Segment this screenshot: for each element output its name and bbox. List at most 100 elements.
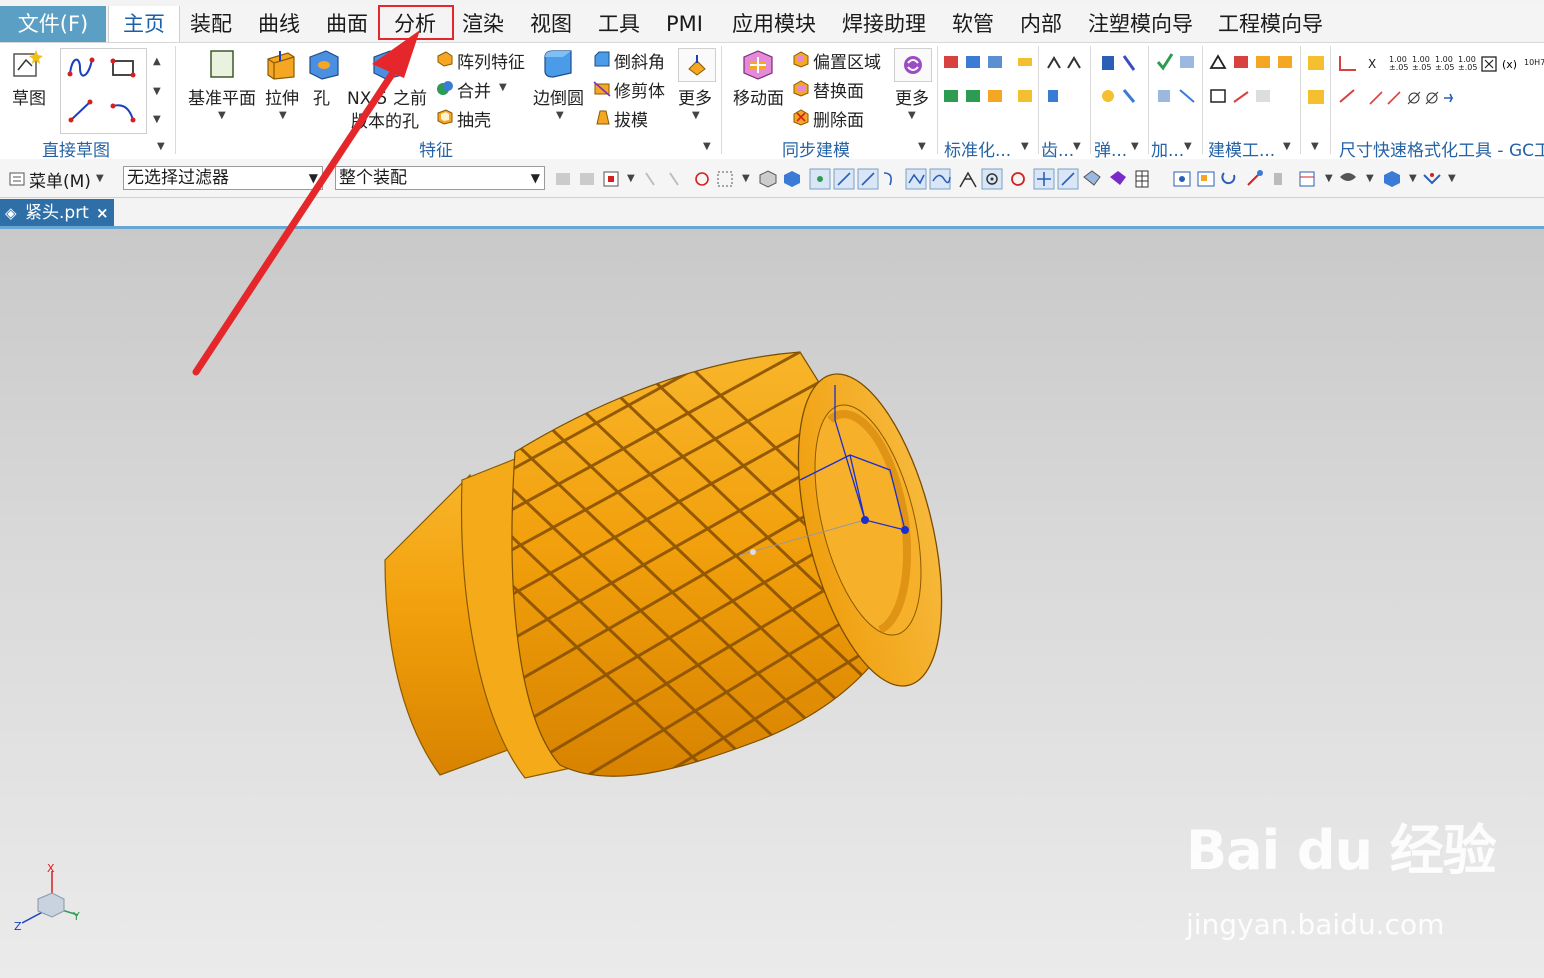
trim-body-label[interactable]: 修剪体 [614, 77, 665, 102]
nx5-hole-icon[interactable] [370, 47, 404, 81]
graphics-viewport[interactable]: X Y Z Bai du 经验 jingyan.baidu.com [0, 229, 1544, 978]
extrude-dropdown-icon[interactable]: ▼ [279, 110, 287, 121]
draft-label[interactable]: 拔模 [614, 106, 648, 131]
group-direct-sketch-dropdown-icon[interactable]: ▼ [157, 141, 165, 152]
tab-assembly[interactable]: 装配 [190, 6, 232, 42]
rectangle-icon[interactable] [108, 54, 138, 80]
layer-dropdown-icon[interactable]: ▼ [1409, 173, 1417, 184]
tab-pmi[interactable]: PMI [666, 6, 703, 42]
show-hide-dropdown-icon[interactable]: ▼ [1448, 173, 1456, 184]
pattern-feature-label[interactable]: 阵列特征 [457, 48, 525, 73]
tab-routing[interactable]: 软管 [952, 6, 994, 42]
snap-dropdown-icon[interactable]: ▼ [627, 173, 635, 184]
replace-face-icon[interactable] [792, 79, 810, 97]
trim-body-icon[interactable] [593, 79, 611, 97]
edge-blend-dropdown-icon[interactable]: ▼ [556, 110, 564, 121]
gc-tool-row2-icons[interactable] [1366, 88, 1456, 108]
gc-tool-tolerance-4[interactable]: 1.00 ±.05 [1458, 56, 1477, 72]
shell-label[interactable]: 抽壳 [457, 106, 491, 131]
selection-filter-select[interactable]: 无选择过滤器 ▼ [123, 166, 323, 190]
hole-label[interactable]: 孔 [313, 84, 330, 109]
dimension-tool-icons[interactable] [1336, 50, 1360, 110]
chamfer-icon[interactable] [593, 50, 611, 68]
datum-plane-dropdown-icon[interactable]: ▼ [218, 110, 226, 121]
menu-button[interactable]: 菜单(M) [29, 167, 91, 192]
group-feature-dropdown-icon[interactable]: ▼ [703, 141, 711, 152]
menu-icon[interactable] [8, 170, 28, 188]
sketch-button-label[interactable]: 草图 [12, 84, 46, 109]
tab-mold-wizard[interactable]: 注塑模向导 [1088, 6, 1193, 42]
group-misc-dropdown-icon[interactable]: ▼ [1311, 141, 1319, 152]
replace-face-label[interactable]: 替换面 [813, 77, 864, 102]
draft-icon[interactable] [593, 108, 611, 126]
datum-plane-label[interactable]: 基准平面 [188, 84, 256, 109]
gc-tool-tolerance-3[interactable]: 1.00 ±.05 [1435, 56, 1454, 72]
gc-tool-tolerance-1[interactable]: 1.00 ±.05 [1389, 56, 1408, 72]
gc-tool-box-icons[interactable]: (x) [1480, 55, 1520, 73]
feature-more-label[interactable]: 更多 [678, 84, 712, 109]
pattern-feature-icon[interactable] [436, 50, 454, 68]
gc-tool-fit[interactable]: 10H7 [1524, 58, 1544, 67]
tab-engineering-wizard[interactable]: 工程模向导 [1218, 6, 1323, 42]
sync-more-button[interactable] [894, 48, 932, 82]
arc-icon[interactable] [108, 96, 138, 126]
unite-dropdown-icon[interactable]: ▼ [499, 82, 507, 93]
select-mode-dropdown-icon[interactable]: ▼ [742, 173, 750, 184]
delete-face-icon[interactable] [792, 108, 810, 126]
group-spring-dropdown-icon[interactable]: ▼ [1131, 141, 1139, 152]
snap-and-selection-icons[interactable] [554, 167, 1454, 191]
edge-blend-icon[interactable] [541, 47, 577, 81]
menu-dropdown-icon[interactable]: ▼ [96, 173, 104, 184]
move-face-icon[interactable] [740, 47, 776, 81]
tab-internal[interactable]: 内部 [1020, 6, 1062, 42]
gallery-expand-icon[interactable]: ▼ [153, 114, 161, 125]
gallery-scroll-up-icon[interactable]: ▲ [153, 56, 161, 67]
group-sync-dropdown-icon[interactable]: ▼ [918, 141, 926, 152]
tab-curve[interactable]: 曲线 [258, 6, 300, 42]
unite-label[interactable]: 合并 [457, 77, 491, 102]
gallery-scroll-down-icon[interactable]: ▼ [153, 86, 161, 97]
extrude-label[interactable]: 拉伸 [265, 84, 299, 109]
group-machining-dropdown-icon[interactable]: ▼ [1184, 141, 1192, 152]
close-icon[interactable]: × [96, 199, 109, 227]
tab-home[interactable]: 主页 [108, 6, 180, 42]
document-tab[interactable]: ◈ 紧头.prt × [0, 199, 114, 227]
feature-more-button[interactable] [678, 48, 716, 82]
tab-welding-assistant[interactable]: 焊接助理 [842, 6, 926, 42]
chamfer-label[interactable]: 倒斜角 [614, 48, 665, 73]
datum-plane-icon[interactable] [207, 47, 239, 81]
file-menu-tab[interactable]: 文件(F) [0, 6, 106, 42]
delete-face-label[interactable]: 删除面 [813, 106, 864, 131]
line-icon[interactable] [66, 96, 96, 126]
selection-scope-select[interactable]: 整个装配 ▼ [335, 166, 545, 190]
offset-region-icon[interactable] [792, 50, 810, 68]
group-gear-dropdown-icon[interactable]: ▼ [1073, 141, 1081, 152]
tab-tools[interactable]: 工具 [598, 6, 640, 42]
spring-tools-icons[interactable] [1098, 50, 1144, 110]
shell-icon[interactable] [436, 108, 454, 126]
move-face-label[interactable]: 移动面 [733, 84, 784, 109]
tab-surface[interactable]: 曲面 [326, 6, 368, 42]
tab-application[interactable]: 应用模块 [732, 6, 816, 42]
render-style-dropdown-icon[interactable]: ▼ [1325, 173, 1333, 184]
group-standardize-dropdown-icon[interactable]: ▼ [1021, 141, 1029, 152]
sketch-icon[interactable] [12, 48, 46, 80]
gear-tools-icons[interactable] [1044, 50, 1090, 110]
misc-tool-icons[interactable] [1306, 50, 1330, 110]
hole-icon[interactable] [306, 47, 340, 81]
extrude-icon[interactable] [264, 47, 298, 81]
standard-parts-icons[interactable] [942, 50, 1042, 110]
offset-region-label[interactable]: 偏置区域 [813, 48, 881, 73]
machining-tools-icons[interactable] [1154, 50, 1200, 110]
feature-more-dropdown-icon[interactable]: ▼ [692, 110, 700, 121]
profile-curve-icon[interactable] [66, 52, 96, 80]
sync-more-dropdown-icon[interactable]: ▼ [908, 110, 916, 121]
tab-view[interactable]: 视图 [530, 6, 572, 42]
edge-blend-label[interactable]: 边倒圆 [533, 84, 584, 109]
nx5-hole-label-line1[interactable]: NX 5 之前 [347, 84, 427, 109]
tab-render[interactable]: 渲染 [462, 6, 504, 42]
unite-icon[interactable] [436, 79, 454, 97]
modeling-tools-icons[interactable] [1208, 50, 1298, 110]
gc-tool-tolerance-2[interactable]: 1.00 ±.05 [1412, 56, 1431, 72]
orient-view-dropdown-icon[interactable]: ▼ [1366, 173, 1374, 184]
